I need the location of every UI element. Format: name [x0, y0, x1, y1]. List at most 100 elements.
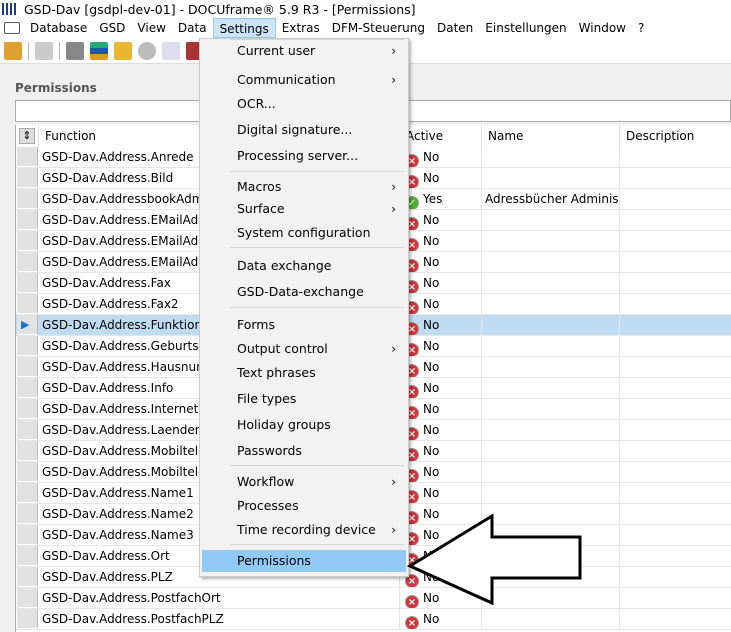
row-header[interactable] [17, 189, 38, 209]
menu-item-processing-server[interactable]: Processing server... [202, 145, 406, 167]
row-header[interactable] [17, 546, 38, 566]
sort-column-header[interactable]: ⇕ [16, 125, 39, 147]
menu-item-forms[interactable]: Forms [202, 314, 406, 336]
row-header[interactable] [17, 441, 38, 461]
menu-item-label: Passwords [237, 443, 302, 458]
cell-active: × No [400, 546, 482, 566]
row-header[interactable] [17, 462, 38, 482]
cell-description [620, 315, 731, 335]
users-icon[interactable] [4, 41, 22, 60]
cell-description [620, 399, 731, 419]
menu-item-permissions[interactable]: Permissions [202, 550, 406, 572]
cell-description [620, 546, 731, 566]
active-value: No [423, 213, 440, 227]
cell-name [482, 525, 620, 545]
menu-item-text-phrases[interactable]: Text phrases [202, 362, 406, 384]
active-value: No [423, 465, 440, 479]
cell-description [620, 609, 731, 629]
menu-item-macros[interactable]: Macros › [202, 176, 406, 198]
chevron-right-icon: › [391, 73, 396, 87]
menu-extras[interactable]: Extras [276, 18, 326, 38]
menu-item-current-user[interactable]: Current user › [202, 40, 406, 62]
row-header[interactable] [17, 273, 38, 293]
row-header[interactable] [17, 231, 38, 251]
table-row[interactable]: GSD-Dav.Address.PostfachPLZ × No [16, 609, 731, 630]
menu-item-workflow[interactable]: Workflow › [202, 471, 406, 493]
documents-icon[interactable] [162, 41, 180, 60]
menu-item-system-configuration[interactable]: System configuration [202, 222, 406, 244]
menu-item-surface[interactable]: Surface › [202, 198, 406, 220]
menu--[interactable]: ? [632, 18, 650, 38]
menu-item-communication[interactable]: Communication › [202, 69, 406, 91]
row-header[interactable]: ▶ [17, 315, 38, 335]
menu-item-label: Communication [237, 72, 336, 87]
row-header[interactable] [17, 609, 38, 629]
print-icon[interactable] [35, 41, 53, 60]
table-row[interactable]: GSD-Dav.Address.PostfachOrt × No [16, 588, 731, 609]
row-header[interactable] [17, 168, 38, 188]
cell-description [620, 483, 731, 503]
panel-title: Permissions [15, 81, 97, 95]
toolbar-separator [59, 41, 60, 60]
menu-window[interactable]: Window [573, 18, 632, 38]
cell-name [482, 567, 620, 587]
cell-name [482, 168, 620, 188]
menu-einstellungen[interactable]: Einstellungen [479, 18, 572, 38]
active-value: No [423, 570, 440, 584]
row-header[interactable] [17, 147, 38, 167]
menu-item-file-types[interactable]: File types [202, 388, 406, 410]
row-header[interactable] [17, 399, 38, 419]
cell-active: × No [400, 273, 482, 293]
menu-item-label: Forms [237, 317, 276, 332]
row-header[interactable] [17, 588, 38, 608]
row-header[interactable] [17, 525, 38, 545]
column-header-active[interactable]: Active [400, 125, 482, 147]
menu-separator [230, 465, 404, 466]
menu-item-processes[interactable]: Processes [202, 495, 406, 517]
row-header[interactable] [17, 336, 38, 356]
column-header-name[interactable]: Name [482, 125, 620, 147]
menu-data[interactable]: Data [172, 18, 213, 38]
cell-active: × No [400, 168, 482, 188]
menu-item-output-control[interactable]: Output control › [202, 338, 406, 360]
menu-item-label: Text phrases [237, 365, 316, 380]
menu-daten[interactable]: Daten [431, 18, 479, 38]
row-header[interactable] [17, 567, 38, 587]
menu-item-gsd-data-exchange[interactable]: GSD-Data-exchange [202, 281, 406, 303]
cell-description [620, 273, 731, 293]
menu-database[interactable]: Database [24, 18, 93, 38]
active-value: No [423, 381, 440, 395]
menu-item-passwords[interactable]: Passwords [202, 440, 406, 462]
cell-description [620, 231, 731, 251]
menu-separator [230, 171, 404, 172]
row-header[interactable] [17, 420, 38, 440]
folder-icon[interactable] [114, 41, 132, 60]
menu-separator [230, 307, 404, 308]
row-header[interactable] [17, 483, 38, 503]
list-icon[interactable] [90, 41, 108, 60]
menu-settings[interactable]: Settings [212, 18, 276, 38]
menu-gsd[interactable]: GSD [93, 18, 131, 38]
menu-item-digital-signature[interactable]: Digital signature... [202, 119, 406, 141]
menu-dfm-steuerung[interactable]: DFM-Steuerung [326, 18, 431, 38]
cell-name [482, 399, 620, 419]
menu-item-time-recording-device[interactable]: Time recording device › [202, 519, 406, 541]
column-header-description[interactable]: Description [620, 125, 731, 147]
menu-view[interactable]: View [131, 18, 171, 38]
address-card-icon[interactable] [66, 41, 84, 60]
cell-description [620, 378, 731, 398]
active-value: No [423, 360, 440, 374]
row-header[interactable] [17, 294, 38, 314]
row-header[interactable] [17, 357, 38, 377]
row-header[interactable] [17, 504, 38, 524]
row-header[interactable] [17, 210, 38, 230]
menu-item-ocr[interactable]: OCR... [202, 93, 406, 115]
row-header[interactable] [17, 378, 38, 398]
menu-item-label: GSD-Data-exchange [237, 284, 364, 299]
menu-item-data-exchange[interactable]: Data exchange [202, 255, 406, 277]
row-header[interactable] [17, 252, 38, 272]
menu-item-holiday-groups[interactable]: Holiday groups [202, 414, 406, 436]
cell-description [620, 294, 731, 314]
system-menu-icon[interactable] [4, 22, 20, 34]
tag-icon[interactable] [138, 41, 156, 60]
